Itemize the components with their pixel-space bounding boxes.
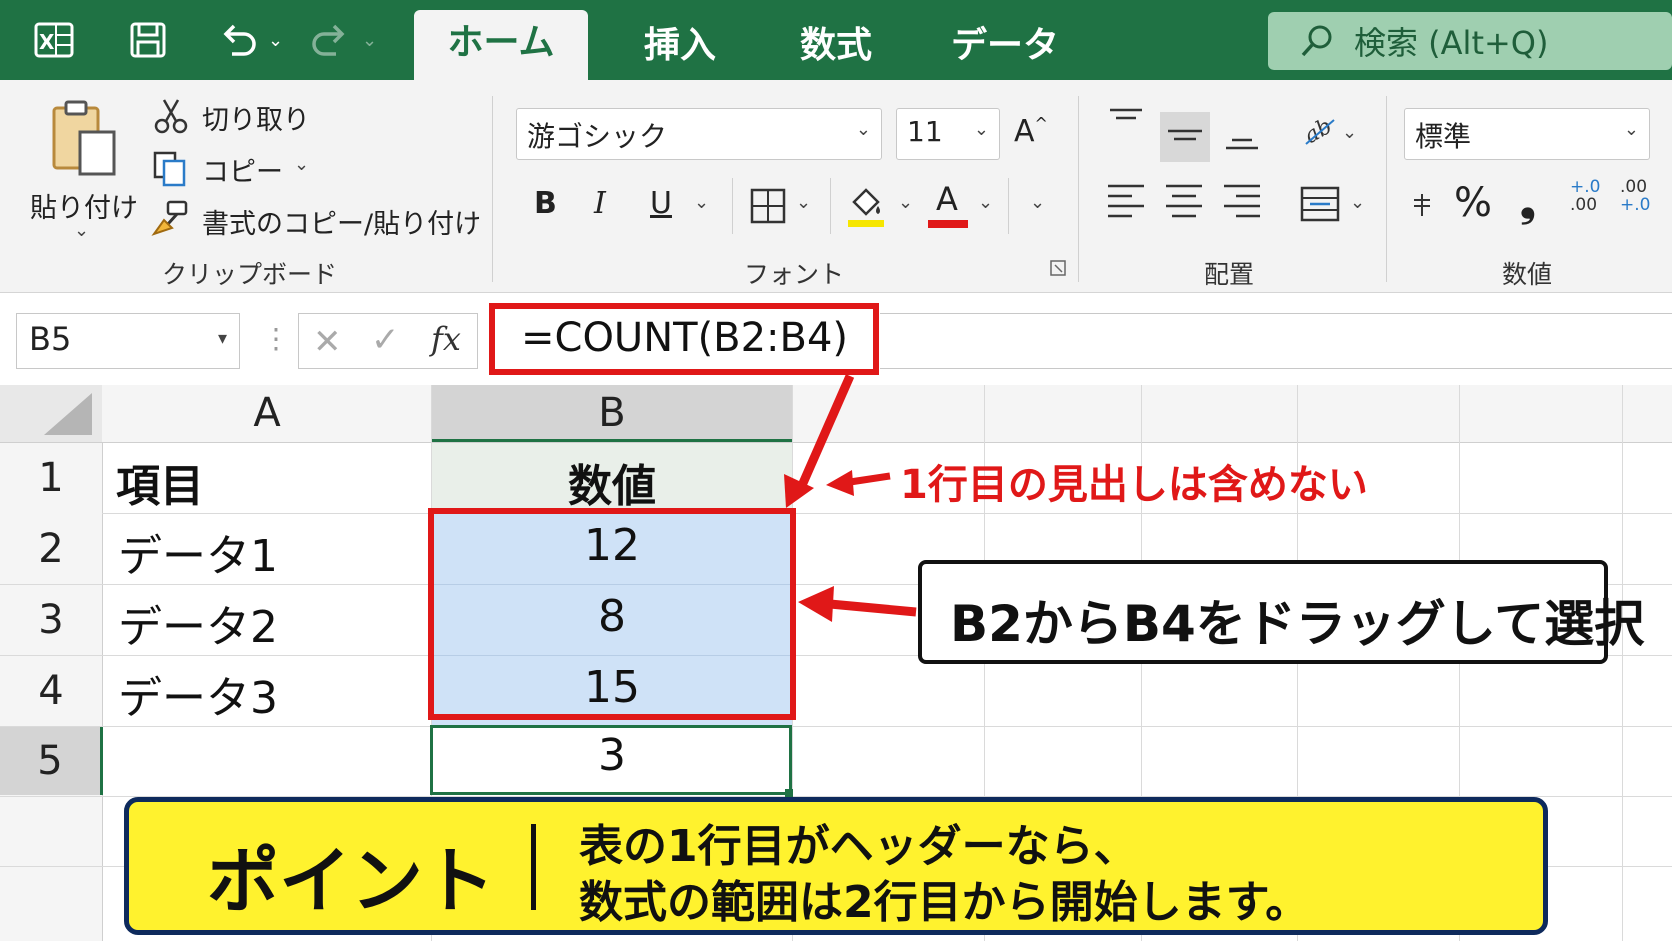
header-note-arrow: [849, 472, 891, 486]
drag-note-text: B2からB4をドラッグして選択: [950, 595, 1645, 653]
point-line-1: 表の1行目がヘッダーなら、: [579, 821, 1138, 872]
drag-note-arrow-head-icon: [798, 586, 834, 622]
point-box: ポイント 表の1行目がヘッダーなら、 数式の範囲は2行目から開始します。: [124, 797, 1548, 935]
point-divider: [531, 824, 536, 910]
formula-to-range-arrow: [795, 374, 855, 492]
header-note: 1行目の見出しは含めない: [900, 462, 1368, 508]
drag-note-arrow: [829, 599, 917, 617]
header-note-arrow-head-icon: [826, 470, 854, 496]
drag-note-callout: B2からB4をドラッグして選択: [918, 560, 1644, 664]
point-line-2: 数式の範囲は2行目から開始します。: [579, 877, 1310, 928]
point-title: ポイント: [207, 839, 496, 923]
